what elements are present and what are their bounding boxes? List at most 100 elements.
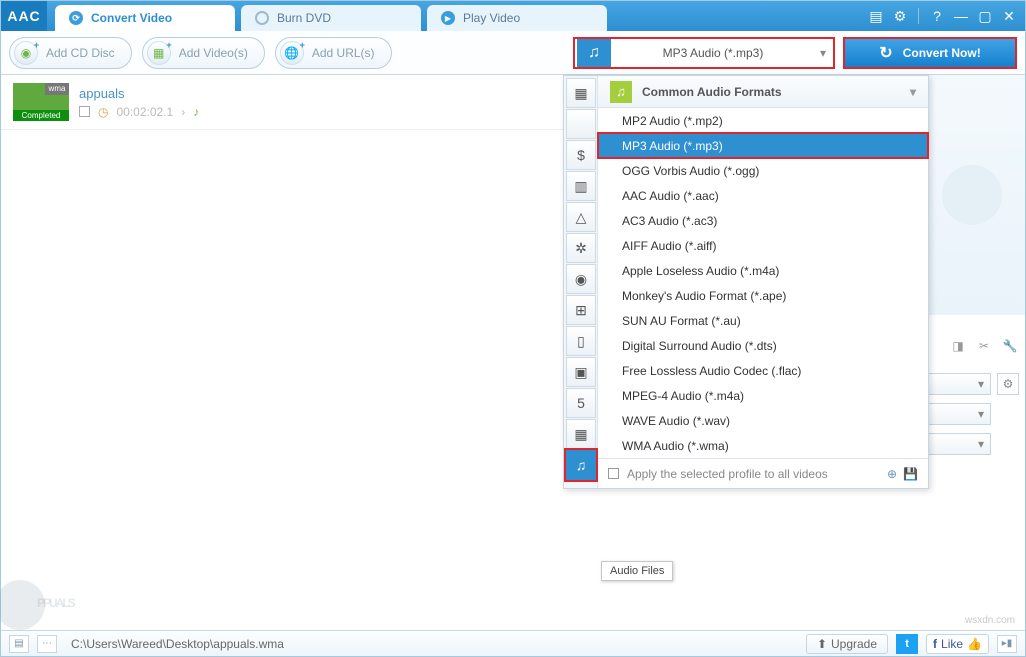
category-apple-icon[interactable] [566,109,596,139]
output-path: C:\Users\Wareed\Desktop\appuals.wma [65,637,798,651]
category-video-icon[interactable]: ▦ [566,419,596,449]
preview-tools: ◨ ✂ 🔧 [949,337,1019,355]
apply-all-checkbox[interactable] [608,468,619,479]
watermark: PPUALS [0,580,74,626]
upgrade-button[interactable]: ⬆ Upgrade [806,634,888,654]
header-label: Common Audio Formats [642,85,782,99]
refresh-icon: ↻ [879,43,892,63]
minimize-icon[interactable]: ― [951,6,971,26]
button-label: Add CD Disc [46,46,115,60]
music-note-icon: ♪ [193,105,199,119]
format-item[interactable]: OGG Vorbis Audio (*.ogg) [598,158,928,183]
format-item[interactable]: AAC Audio (*.aac) [598,183,928,208]
chevron-down-icon: ▾ [910,85,916,99]
headphones-icon [942,165,1002,225]
category-all-icon[interactable]: ▦ [566,78,596,108]
format-text: MP3 Audio (*.mp3) [613,46,813,60]
category-audio-icon[interactable]: ♫ [566,450,596,480]
preview-panel [917,75,1025,315]
burn-dvd-icon [255,11,269,25]
format-item[interactable]: SUN AU Format (*.au) [598,308,928,333]
title-controls: ▤ ⚙ ? ― ▢ ✕ [866,1,1025,31]
video-codec-settings-button[interactable]: ⚙ [997,373,1019,395]
format-item[interactable]: Monkey's Audio Format (*.ape) [598,283,928,308]
apply-all-label: Apply the selected profile to all videos [627,467,828,481]
list-icon[interactable]: ▤ [866,6,886,26]
close-icon[interactable]: ✕ [999,6,1019,26]
category-samsung-icon[interactable]: $ [566,140,596,170]
category-playstation-icon[interactable]: △ [566,202,596,232]
format-item[interactable]: MPEG-4 Audio (*.m4a) [598,383,928,408]
clock-icon: ◷ [98,105,108,119]
format-item[interactable]: AC3 Audio (*.ac3) [598,208,928,233]
tab-play-video[interactable]: ▶ Play Video [427,5,607,31]
output-format-selector[interactable]: ♫ MP3 Audio (*.mp3) ▾ [573,37,835,69]
tab-label: Play Video [463,11,520,25]
settings-icon[interactable]: ⚙ [890,6,910,26]
maximize-icon[interactable]: ▢ [975,6,995,26]
format-item[interactable]: MP2 Audio (*.mp2) [598,108,928,133]
add-videos-button[interactable]: ▦+ Add Video(s) [142,37,265,69]
add-urls-button[interactable]: 🌐+ Add URL(s) [275,37,392,69]
category-android-icon[interactable]: ▥ [566,171,596,201]
tab-burn-dvd[interactable]: Burn DVD [241,5,421,31]
format-badge: wma [45,83,69,95]
convert-now-button[interactable]: ↻ Convert Now! [843,37,1017,69]
checkbox[interactable] [79,106,90,117]
facebook-icon: f [933,637,937,651]
scissors-icon[interactable]: ✂ [975,337,993,355]
browse-output-button[interactable]: ⋯ [37,635,57,653]
tab-label: Convert Video [91,11,172,25]
file-name: appuals [79,86,199,101]
format-item[interactable]: WAVE Audio (*.wav) [598,408,928,433]
button-label: Add URL(s) [312,46,375,60]
convert-video-icon: ⟳ [69,11,83,25]
titlebar: AAC ⟳ Convert Video Burn DVD ▶ Play Vide… [1,1,1025,31]
ribbon: ◉+ Add CD Disc ▦+ Add Video(s) 🌐+ Add UR… [1,31,1025,75]
category-tv-icon[interactable]: ▣ [566,357,596,387]
format-dropdown-panel: ▦ $ ▥ △ ✲ ◉ ⊞ ▯ ▣ 5 ▦ ♫ ♫ Common Audio F… [563,75,929,489]
like-label: Like [941,637,963,651]
format-item[interactable]: WMA Audio (*.wma) [598,433,928,458]
category-huawei-icon[interactable]: ✲ [566,233,596,263]
help-icon[interactable]: ? [927,6,947,26]
button-label: Convert Now! [903,46,981,60]
play-video-icon: ▶ [441,11,455,25]
category-windows-icon[interactable]: ⊞ [566,295,596,325]
upgrade-icon: ⬆ [817,637,827,651]
format-item[interactable]: AIFF Audio (*.aiff) [598,233,928,258]
category-mobile-icon[interactable]: ▯ [566,326,596,356]
tab-label: Burn DVD [277,11,331,25]
format-item[interactable]: Digital Surround Audio (*.dts) [598,333,928,358]
video-icon: ▦+ [147,41,171,65]
format-item[interactable]: MP3 Audio (*.mp3) [598,133,928,158]
app-logo: AAC [1,1,47,31]
format-list: ♫ Common Audio Formats ▾ MP2 Audio (*.mp… [598,76,928,488]
tooltip: Audio Files [601,561,673,581]
duration: 00:02:02.1 [116,105,173,119]
add-profile-icon[interactable]: ⊕ [887,467,897,481]
format-group-header[interactable]: ♫ Common Audio Formats ▾ [598,76,928,108]
ribbon-right: ♫ MP3 Audio (*.mp3) ▾ ↻ Convert Now! [573,37,1017,69]
separator [918,8,919,24]
category-lg-icon[interactable]: ◉ [566,264,596,294]
file-meta: ◷ 00:02:02.1 › ♪ [79,105,199,119]
chevron-down-icon: ▾ [813,46,833,60]
facebook-like-button[interactable]: f Like 👍 [926,634,989,654]
camera-icon[interactable]: ◨ [949,337,967,355]
add-cd-disc-button[interactable]: ◉+ Add CD Disc [9,37,132,69]
cd-disc-icon: ◉+ [14,41,38,65]
category-html5-icon[interactable]: 5 [566,388,596,418]
status-bar: ▤ ⋯ C:\Users\Wareed\Desktop\appuals.wma … [1,630,1025,656]
collapse-button[interactable]: ▸▮ [997,635,1017,653]
music-note-icon: ♫ [577,39,611,67]
twitter-button[interactable]: t [896,634,918,654]
tab-convert-video[interactable]: ⟳ Convert Video [55,5,235,31]
wrench-icon[interactable]: 🔧 [1001,337,1019,355]
output-list-button[interactable]: ▤ [9,635,29,653]
format-item[interactable]: Apple Loseless Audio (*.m4a) [598,258,928,283]
thumbs-up-icon: 👍 [967,637,982,651]
button-label: Add Video(s) [179,46,248,60]
save-profile-icon[interactable]: 💾 [903,467,918,481]
format-item[interactable]: Free Lossless Audio Codec (.flac) [598,358,928,383]
